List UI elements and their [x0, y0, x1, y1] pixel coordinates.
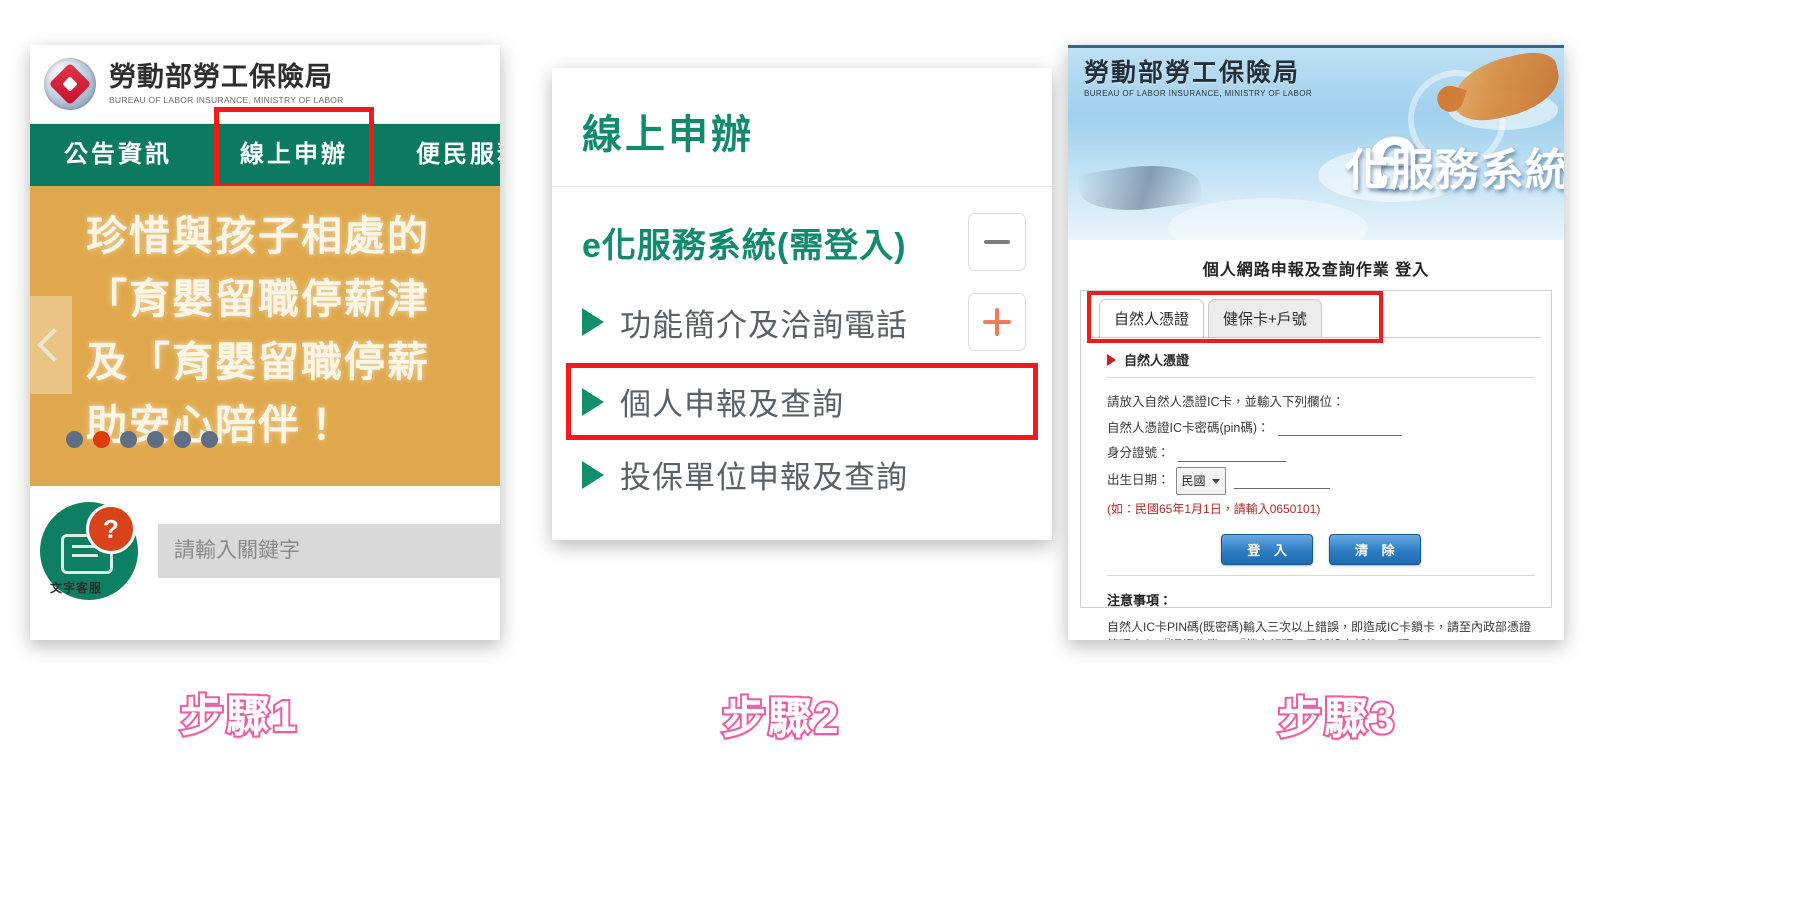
field-pin-input[interactable]	[1277, 421, 1402, 436]
main-nav: 公告資訊 線上申辦 便民服務	[30, 107, 500, 189]
carousel-dot[interactable]	[147, 431, 164, 448]
step1-viewport: 勞動部勞工保險局 BUREAU OF LABOR INSURANCE, MINI…	[30, 45, 500, 622]
login-page-title: 個人網路申報及查詢作業 登入	[1202, 262, 1430, 279]
page-title: 線上申辦	[552, 68, 1052, 187]
step2-caption: 步驟2	[720, 692, 841, 745]
search-bar	[158, 524, 500, 578]
carousel-dot[interactable]	[120, 431, 137, 448]
field-birth-date-input[interactable]	[1233, 474, 1330, 489]
step2-panel: 線上申辦 e化服務系統(需登入) 功能簡介及洽詢電話 個人申報及查詢 投保單位申…	[552, 68, 1052, 540]
field-pin-label: 自然人憑證IC卡密碼(pin碼)：	[1107, 420, 1270, 435]
carousel-dot-active[interactable]	[93, 431, 110, 448]
triangle-right-icon	[582, 308, 604, 336]
clear-button[interactable]: 清 除	[1329, 534, 1421, 566]
steps-figure: 勞動部勞工保險局 BUREAU OF LABOR INSURANCE, MINI…	[0, 0, 1810, 906]
carousel-dot[interactable]	[66, 431, 83, 448]
bli-logo-icon	[44, 58, 96, 110]
page-title-text: 線上申辦	[582, 113, 754, 157]
banner-line-1: 珍惜與孩子相處的	[86, 213, 430, 259]
pane-heading-label: 自然人憑證	[1124, 353, 1190, 368]
site-header: 勞動部勞工保險局 BUREAU OF LABOR INSURANCE, MINI…	[30, 45, 500, 124]
tab-citizen-certificate[interactable]: 自然人憑證	[1099, 299, 1205, 337]
field-id-number-label: 身分證號：	[1107, 446, 1170, 461]
minus-icon[interactable]	[968, 213, 1026, 271]
search-input[interactable]	[158, 524, 500, 578]
birth-era-value: 民國	[1181, 473, 1206, 488]
form-instruction-text: 請放入自然人憑證IC卡，並輸入下列欄位：	[1107, 395, 1345, 409]
accordion-header[interactable]: e化服務系統(需登入)	[582, 213, 1026, 271]
step1-panel: 勞動部勞工保險局 BUREAU OF LABOR INSURANCE, MINI…	[30, 45, 500, 640]
accordion-item-personal-declaration[interactable]: 個人申報及查詢	[566, 363, 1038, 440]
org-name-cn: 勞動部勞工保險局	[109, 61, 333, 92]
pane-heading: 自然人憑證	[1107, 350, 1535, 369]
step3-caption: 步驟3	[1276, 692, 1397, 745]
cloud-decoration	[1168, 198, 1368, 240]
notes-title: 注意事項：	[1107, 593, 1173, 609]
login-button[interactable]: 登 入	[1221, 534, 1313, 566]
carousel-text: 珍惜與孩子相處的 「育嬰留職停薪津 及「育嬰留職停薪 助安心陪伴！	[30, 186, 500, 446]
login-method-tabs: 自然人憑證 健保卡+戶號	[1081, 291, 1551, 343]
field-pin: 自然人憑證IC卡密碼(pin碼)：	[1107, 416, 1535, 442]
accordion-item-intro-left: 功能簡介及洽詢電話	[582, 300, 908, 345]
plus-icon[interactable]	[968, 293, 1026, 351]
text-customer-service-button[interactable]: ? 文字客服	[40, 502, 138, 600]
org-name-en: BUREAU OF LABOR INSURANCE, MINISTRY OF L…	[109, 95, 344, 106]
hero-branding: 勞動部勞工保險局 BUREAU OF LABOR INSURANCE, MINI…	[1084, 60, 1312, 99]
tab-panel-citizen-certificate: 自然人憑證 請放入自然人憑證IC卡，並輸入下列欄位： 自然人憑證IC卡密碼(pi…	[1091, 337, 1541, 640]
carousel-prev-icon[interactable]	[30, 296, 72, 394]
bird-decoration	[1077, 157, 1203, 219]
login-card: 自然人憑證 健保卡+戶號 自然人憑證 請放入自然人憑證IC卡，並輸入下列欄位： …	[1080, 290, 1552, 640]
site-footer-bar: ? 文字客服	[30, 486, 500, 622]
carousel-dot[interactable]	[201, 431, 218, 448]
accordion-header-label: e化服務系統(需登入)	[582, 226, 907, 265]
step1-caption: 步驟1	[178, 690, 299, 743]
accordion: e化服務系統(需登入) 功能簡介及洽詢電話 個人申報及查詢 投保單位申報及查詢	[552, 187, 1052, 527]
hero-carousel[interactable]: 珍惜與孩子相處的 「育嬰留職停薪津 及「育嬰留職停薪 助安心陪伴！	[30, 186, 500, 486]
tab-health-card[interactable]: 健保卡+戶號	[1208, 299, 1322, 337]
login-form: 請放入自然人憑證IC卡，並輸入下列欄位： 自然人憑證IC卡密碼(pin碼)： 身…	[1107, 390, 1535, 640]
field-id-number: 身分證號：	[1107, 441, 1535, 467]
birth-date-hint: (如：民國65年1月1日，請輸入0650101)	[1107, 502, 1321, 517]
accordion-item-label: 投保單位申報及查詢	[620, 460, 908, 495]
site-branding: 勞動部勞工保險局 BUREAU OF LABOR INSURANCE, MINI…	[109, 63, 344, 105]
triangle-right-icon	[582, 387, 604, 416]
field-birth-date-label: 出生日期：	[1107, 473, 1170, 488]
org-name-en: BUREAU OF LABOR INSURANCE, MINISTRY OF L…	[1084, 89, 1313, 99]
nav-item-announcements[interactable]: 公告資訊	[30, 124, 206, 186]
nav-item-online-apply[interactable]: 線上申辦	[206, 107, 382, 189]
brand-system-name: 化服務系統	[1345, 146, 1564, 195]
accordion-item-label: 功能簡介及洽詢電話	[620, 307, 908, 343]
field-id-number-input[interactable]	[1177, 447, 1286, 462]
triangle-right-icon	[582, 460, 604, 489]
accordion-item-employer-left: 投保單位申報及查詢	[582, 452, 908, 497]
accordion-item-intro[interactable]: 功能簡介及洽詢電話	[582, 293, 1026, 351]
org-name-cn: 勞動部勞工保險局	[1084, 59, 1301, 87]
divider	[1107, 377, 1535, 378]
banner-line-2: 「育嬰留職停薪津	[86, 276, 430, 322]
carousel-dots[interactable]	[66, 431, 218, 448]
chevron-down-icon	[1211, 478, 1220, 484]
carousel-dot[interactable]	[174, 431, 191, 448]
form-actions: 登 入 清 除	[1107, 534, 1535, 566]
chat-label: 文字客服	[50, 581, 103, 595]
nav-item-public-services[interactable]: 便民服務	[382, 124, 500, 186]
accordion-item-label: 個人申報及查詢	[620, 387, 844, 422]
banner-line-3: 及「育嬰留職停薪	[86, 339, 430, 385]
field-birth-date: 出生日期： 民國	[1107, 466, 1535, 496]
birth-era-select[interactable]: 民國	[1175, 466, 1226, 496]
hero-banner: 勞動部勞工保險局 BUREAU OF LABOR INSURANCE, MINI…	[1068, 45, 1564, 240]
accordion-item-employer-declaration[interactable]: 投保單位申報及查詢	[582, 452, 1026, 497]
question-mark-icon: ?	[86, 504, 136, 554]
triangle-right-icon	[1107, 353, 1116, 366]
divider	[1107, 575, 1535, 577]
accordion-item-personal-left: 個人申報及查詢	[582, 379, 844, 424]
notes-body: 自然人IC卡PIN碼(既密碼)輸入三次以上錯誤，即造成IC卡鎖卡，請至內政部憑證…	[1107, 619, 1531, 640]
step3-panel: 勞動部勞工保險局 BUREAU OF LABOR INSURANCE, MINI…	[1068, 45, 1564, 640]
form-instruction: 請放入自然人憑證IC卡，並輸入下列欄位：	[1107, 390, 1535, 416]
